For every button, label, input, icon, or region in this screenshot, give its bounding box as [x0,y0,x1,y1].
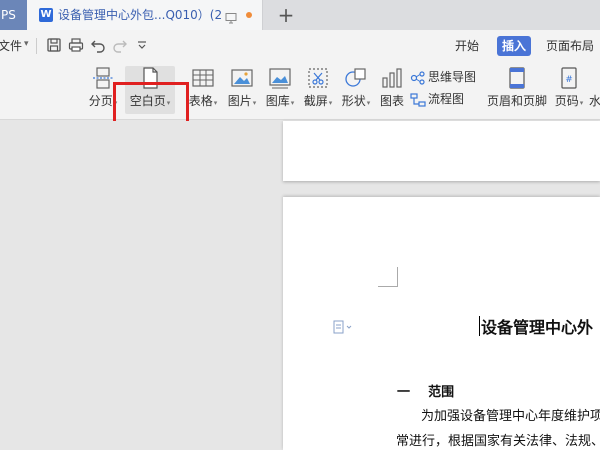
print-icon[interactable] [68,37,84,53]
chevron-down-icon: ▾ [328,99,333,107]
gallery-icon [268,66,292,90]
app-tab[interactable]: PS [0,0,27,30]
unsaved-indicator-icon [246,12,252,18]
chevron-down-icon: ▾ [166,99,171,107]
previous-page[interactable] [283,121,600,181]
page-number-icon: # [557,66,581,90]
picture-icon [230,66,254,90]
mind-map-button[interactable]: 思维导图 [410,68,476,86]
text-cursor [479,316,480,336]
picture-label: 图片 [227,94,252,108]
watermark-button[interactable]: 水 [589,66,600,114]
chevron-down-icon: ▾ [579,99,584,107]
tab-bar: PS W 设备管理中心外包...Q010）(2) + [0,0,600,30]
table-button[interactable]: 表格▾ [188,66,218,114]
watermark-label: 水 [589,94,600,108]
picture-button[interactable]: 图片▾ [225,66,259,114]
writer-document-icon: W [39,8,53,22]
header-footer-icon [505,66,529,90]
chart-label: 图表 [379,94,404,108]
chart-button[interactable]: 图表 [377,66,407,114]
shapes-label: 形状 [341,94,366,108]
blank-page-label: 空白页 [129,94,166,108]
tab-page-layout[interactable]: 页面布局 [545,36,595,56]
flowchart-label: 流程图 [428,92,465,106]
table-icon [191,66,215,90]
flowchart-button[interactable]: 流程图 [410,90,464,108]
new-tab-button[interactable]: + [276,4,296,26]
screenshot-label: 截屏 [303,94,328,108]
page-break-button[interactable]: 分页▾ [88,66,118,114]
flowchart-icon [410,92,426,107]
undo-icon[interactable] [90,37,106,53]
monitor-icon[interactable] [225,9,237,24]
margin-corner-mark [378,267,398,287]
document-heading[interactable]: 设备管理中心外 [481,314,593,338]
page-number-button[interactable]: # 页码▾ [552,66,586,114]
section-number: 一 [397,385,411,400]
divider [36,38,37,54]
mind-map-label: 思维导图 [428,70,477,84]
table-label: 表格 [188,94,213,108]
document-canvas[interactable]: 设备管理中心外 一 范围 为加强设备管理中心年度维护项 常进行，根据国家有关法律… [0,121,600,450]
chevron-down-icon: ▾ [113,99,118,107]
header-footer-button[interactable]: 页眉和页脚 [486,66,548,114]
customize-toolbar-icon[interactable] [134,37,150,53]
gallery-label: 图库 [265,94,290,108]
svg-text:#: # [565,75,573,85]
shapes-button[interactable]: 形状▾ [338,66,374,114]
current-page[interactable]: 设备管理中心外 一 范围 为加强设备管理中心年度维护项 常进行，根据国家有关法律… [283,197,600,450]
file-menu-chevron-down-icon[interactable]: ▾ [24,39,29,49]
section-title: 范围 [428,385,455,400]
mind-map-icon [410,70,425,85]
body-text-line[interactable]: 为加强设备管理中心年度维护项 [421,405,600,424]
screenshot-button[interactable]: 截屏▾ [301,66,335,114]
page-number-label: 页码 [554,94,579,108]
chevron-down-icon: ▾ [213,99,218,107]
header-footer-label: 页眉和页脚 [486,94,547,108]
chart-icon [380,66,404,90]
gallery-button[interactable]: 图库▾ [262,66,298,114]
file-menu[interactable]: 文件 [0,37,22,54]
chevron-down-icon: ▾ [366,99,371,107]
blank-page-icon [138,66,162,90]
tab-insert[interactable]: 插入 [497,36,531,56]
paragraph-layout-icon[interactable] [333,320,355,334]
chevron-down-icon: ▾ [252,99,257,107]
page-break-icon [91,66,115,90]
blank-page-button[interactable]: 空白页▾ [125,66,175,114]
document-tab[interactable]: W 设备管理中心外包...Q010）(2) [27,0,263,30]
page-break-label: 分页 [88,94,113,108]
ribbon: 文件 ▾ 开始 插入 页面布局 分页▾ 空白页▾ 表格▾ 图片▾ 图库▾ 截屏▾… [0,30,600,148]
save-icon[interactable] [46,37,62,53]
body-text-line[interactable]: 常进行，根据国家有关法律、法规、 [396,430,600,449]
chevron-down-icon: ▾ [290,99,295,107]
shapes-icon [344,66,368,90]
screenshot-icon [306,66,330,90]
section-heading[interactable]: 一 范围 [397,381,454,400]
tab-home[interactable]: 开始 [452,36,482,56]
document-tab-title: 设备管理中心外包...Q010）(2) [58,8,223,22]
redo-icon[interactable] [112,37,128,53]
